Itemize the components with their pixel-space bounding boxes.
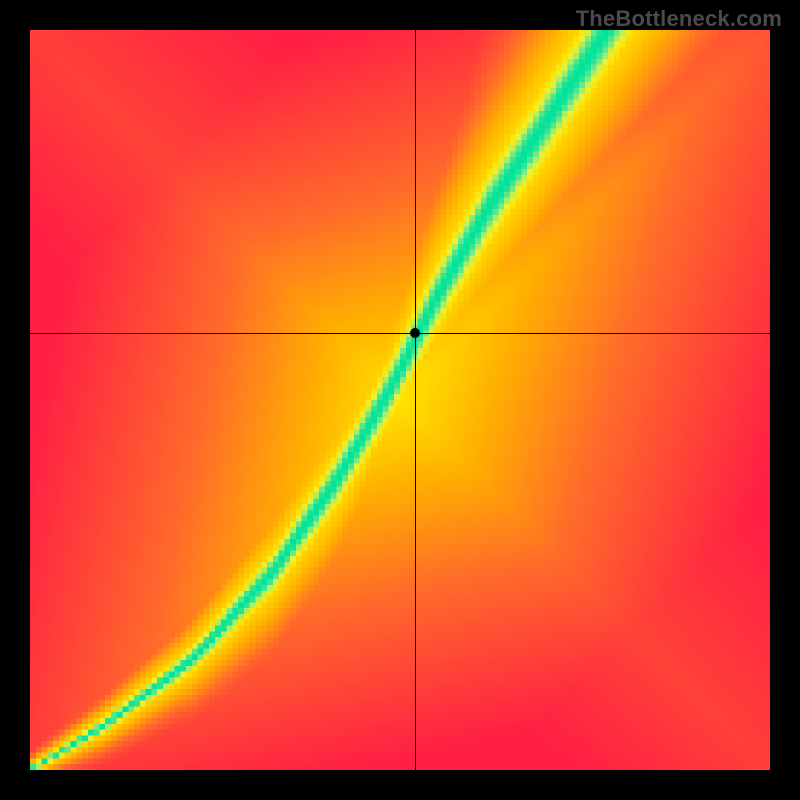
heatmap-canvas bbox=[30, 30, 770, 770]
crosshair-vertical bbox=[415, 30, 416, 770]
plot-area bbox=[30, 30, 770, 770]
marker-dot bbox=[410, 328, 420, 338]
crosshair-horizontal bbox=[30, 333, 770, 334]
watermark-text: TheBottleneck.com bbox=[576, 6, 782, 32]
chart-frame: TheBottleneck.com bbox=[0, 0, 800, 800]
